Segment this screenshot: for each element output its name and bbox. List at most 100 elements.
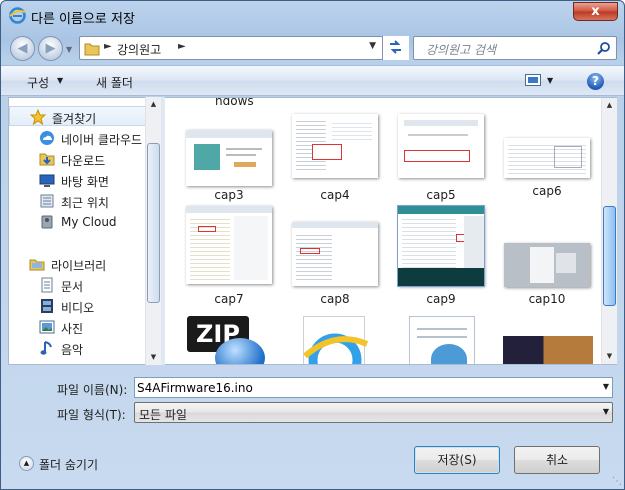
navigation-pane: 즐겨찾기 네이버 클라우드 다운로드 바탕 화면 최근 위치 My Cloud … (8, 97, 161, 365)
filetype-value: 모든 파일 (139, 408, 187, 422)
filetype-select[interactable]: 모든 파일 ▼ (134, 402, 613, 423)
chevron-down-icon[interactable]: ▼ (603, 407, 609, 416)
chevron-up-icon[interactable]: ▲ (19, 456, 34, 471)
navigation-scrollbar[interactable]: ▲ ▼ (145, 97, 161, 365)
file-name: cap9 (426, 292, 456, 306)
scroll-down-icon[interactable]: ▼ (602, 349, 617, 364)
file-list: ndows cap3 cap4 cap5 cap6 cap7 cap8 cap9… (165, 97, 601, 365)
pictures-icon (39, 320, 55, 334)
sidebar-item-music[interactable]: 음악 (9, 338, 149, 358)
refresh-icon (390, 40, 401, 54)
file-item-document[interactable] (391, 312, 491, 364)
resize-grip-icon[interactable]: ⋱ (612, 476, 622, 487)
file-list-scrollbar[interactable]: ▲ ▼ (601, 97, 617, 365)
chevron-down-icon[interactable]: ▼ (57, 76, 63, 85)
command-bar: 구성 ▼ 새 폴더 ▼ ? (1, 65, 624, 96)
file-thumbnail (186, 130, 272, 186)
hide-folders-label: 폴더 숨기기 (39, 458, 99, 472)
sidebar-item-desktop[interactable]: 바탕 화면 (9, 170, 149, 190)
save-button[interactable]: 저장(S) (414, 446, 500, 474)
organize-button[interactable]: 구성 (27, 74, 49, 91)
sidebar-item-downloads[interactable]: 다운로드 (9, 149, 149, 169)
filename-field[interactable]: ▼ (134, 377, 613, 398)
file-item-html[interactable] (285, 312, 385, 364)
sidebar-item-libraries[interactable]: 라이브러리 (9, 254, 149, 274)
sidebar-item-label: 최근 위치 (61, 196, 109, 210)
sidebar-item-label: 비디오 (61, 301, 95, 315)
file-item-cap5[interactable]: cap5 (391, 114, 491, 206)
breadcrumb-current[interactable]: 강의원고 (117, 41, 161, 58)
sidebar-item-my-cloud[interactable]: My Cloud (9, 212, 149, 232)
file-name: cap8 (320, 292, 350, 306)
videos-icon (41, 299, 53, 313)
back-button[interactable]: ◀ (10, 36, 35, 61)
breadcrumb-separator-icon[interactable]: ► (178, 41, 186, 52)
breadcrumb-separator-icon[interactable]: ► (104, 41, 112, 52)
scroll-thumb[interactable] (603, 206, 616, 306)
my-cloud-icon (41, 215, 53, 229)
file-thumbnail (397, 205, 485, 287)
file-thumbnail (504, 243, 590, 287)
file-item-cap4[interactable]: cap4 (285, 114, 385, 206)
search-icon[interactable] (597, 41, 611, 55)
recent-pages-dropdown-icon[interactable]: ▼ (66, 45, 74, 54)
file-thumbnail (292, 114, 378, 178)
filetype-label: 파일 형식(T): (57, 408, 126, 422)
search-placeholder: 강의원고 검색 (426, 43, 497, 57)
sidebar-item-label: 즐겨찾기 (52, 112, 97, 126)
chevron-down-icon[interactable]: ▼ (603, 382, 609, 391)
zip-globe-icon (215, 338, 265, 364)
sidebar-item-documents[interactable]: 문서 (9, 275, 149, 295)
sidebar-item-videos[interactable]: 비디오 (9, 296, 149, 316)
file-name: cap3 (214, 188, 244, 202)
scroll-up-icon[interactable]: ▲ (146, 97, 161, 112)
save-as-dialog: 다른 이름으로 저장 x ◀ ▶ ▼ ► 강의원고 ► ▼ 강의원고 검색 구성… (0, 0, 625, 490)
file-name: cap4 (320, 188, 350, 202)
window-title: 다른 이름으로 저장 (31, 12, 135, 27)
file-thumbnail (504, 138, 590, 178)
file-item-cap10[interactable]: cap10 (497, 243, 597, 335)
sidebar-item-label: 네이버 클라우드 (61, 133, 143, 147)
desktop-icon (39, 174, 55, 187)
help-button[interactable]: ? (587, 73, 604, 90)
sidebar-item-label: 문서 (61, 280, 84, 294)
internet-explorer-icon (9, 7, 26, 24)
new-folder-button[interactable]: 새 폴더 (96, 74, 133, 91)
sidebar-item-favorites[interactable]: 즐겨찾기 (9, 106, 149, 126)
file-item-cap8[interactable]: cap8 (285, 222, 385, 314)
scroll-up-icon[interactable]: ▲ (602, 98, 617, 113)
partial-item-label: ndows (215, 97, 254, 108)
file-item-photo[interactable] (497, 336, 597, 364)
chevron-down-icon[interactable]: ▼ (547, 76, 553, 85)
view-options-icon[interactable] (525, 74, 541, 86)
title-bar: 다른 이름으로 저장 x (1, 1, 624, 31)
sidebar-item-naver-cloud[interactable]: 네이버 클라우드 (9, 128, 149, 148)
sidebar-item-label: My Cloud (61, 215, 117, 229)
file-item-cap7[interactable]: cap7 (179, 206, 279, 306)
sidebar-item-label: 다운로드 (61, 154, 106, 168)
forward-button[interactable]: ▶ (38, 36, 63, 61)
sidebar-item-label: 바탕 화면 (61, 175, 109, 189)
address-bar[interactable]: ► 강의원고 ► ▼ (79, 36, 409, 60)
file-item-zip[interactable]: ZIP (179, 312, 279, 364)
sidebar-item-recent-places[interactable]: 최근 위치 (9, 191, 149, 211)
sidebar-item-pictures[interactable]: 사진 (9, 317, 149, 337)
sidebar-item-label: 음악 (61, 343, 84, 357)
filename-input[interactable] (137, 379, 592, 396)
refresh-button[interactable] (382, 36, 409, 60)
sidebar-item-label: 라이브러리 (51, 259, 107, 273)
cancel-button[interactable]: 취소 (514, 446, 600, 474)
file-item-cap9[interactable]: cap9 (391, 205, 491, 306)
close-button[interactable]: x (573, 2, 618, 21)
cloud-icon (40, 131, 54, 145)
downloads-folder-icon (39, 153, 55, 166)
scroll-thumb[interactable] (147, 143, 160, 303)
folder-icon (84, 43, 100, 56)
libraries-icon (29, 259, 45, 271)
sidebar-item-label: 사진 (61, 322, 84, 336)
file-item-cap6[interactable]: cap6 (497, 138, 597, 230)
search-input[interactable]: 강의원고 검색 (413, 36, 617, 60)
file-thumbnail (292, 222, 378, 286)
scroll-down-icon[interactable]: ▼ (146, 350, 161, 365)
address-dropdown-icon[interactable]: ▼ (369, 41, 376, 51)
